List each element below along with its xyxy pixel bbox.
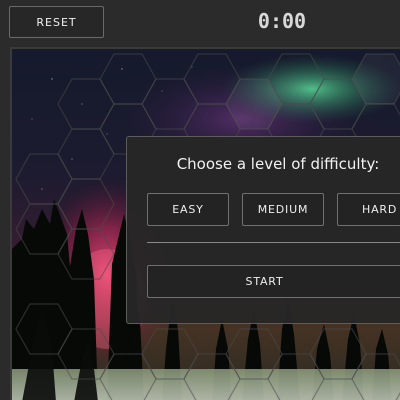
timer-display: 0:00 — [257, 9, 307, 33]
dialog-title: Choose a level of difficulty: — [176, 155, 380, 173]
medium-button[interactable]: MEDIUM — [242, 193, 324, 226]
easy-button[interactable]: EASY — [147, 193, 229, 226]
top-bar: RESET 0:00 — [0, 0, 400, 46]
reset-button[interactable]: RESET — [9, 6, 104, 38]
snow-ground — [12, 369, 400, 400]
difficulty-dialog: Choose a level of difficulty: EASY MEDIU… — [126, 136, 400, 324]
start-button[interactable]: START — [147, 265, 400, 298]
hard-button[interactable]: HARD — [337, 193, 400, 226]
game-screen: RESET 0:00 Choose a level of difficulty:… — [0, 0, 400, 400]
dialog-divider — [147, 242, 400, 243]
